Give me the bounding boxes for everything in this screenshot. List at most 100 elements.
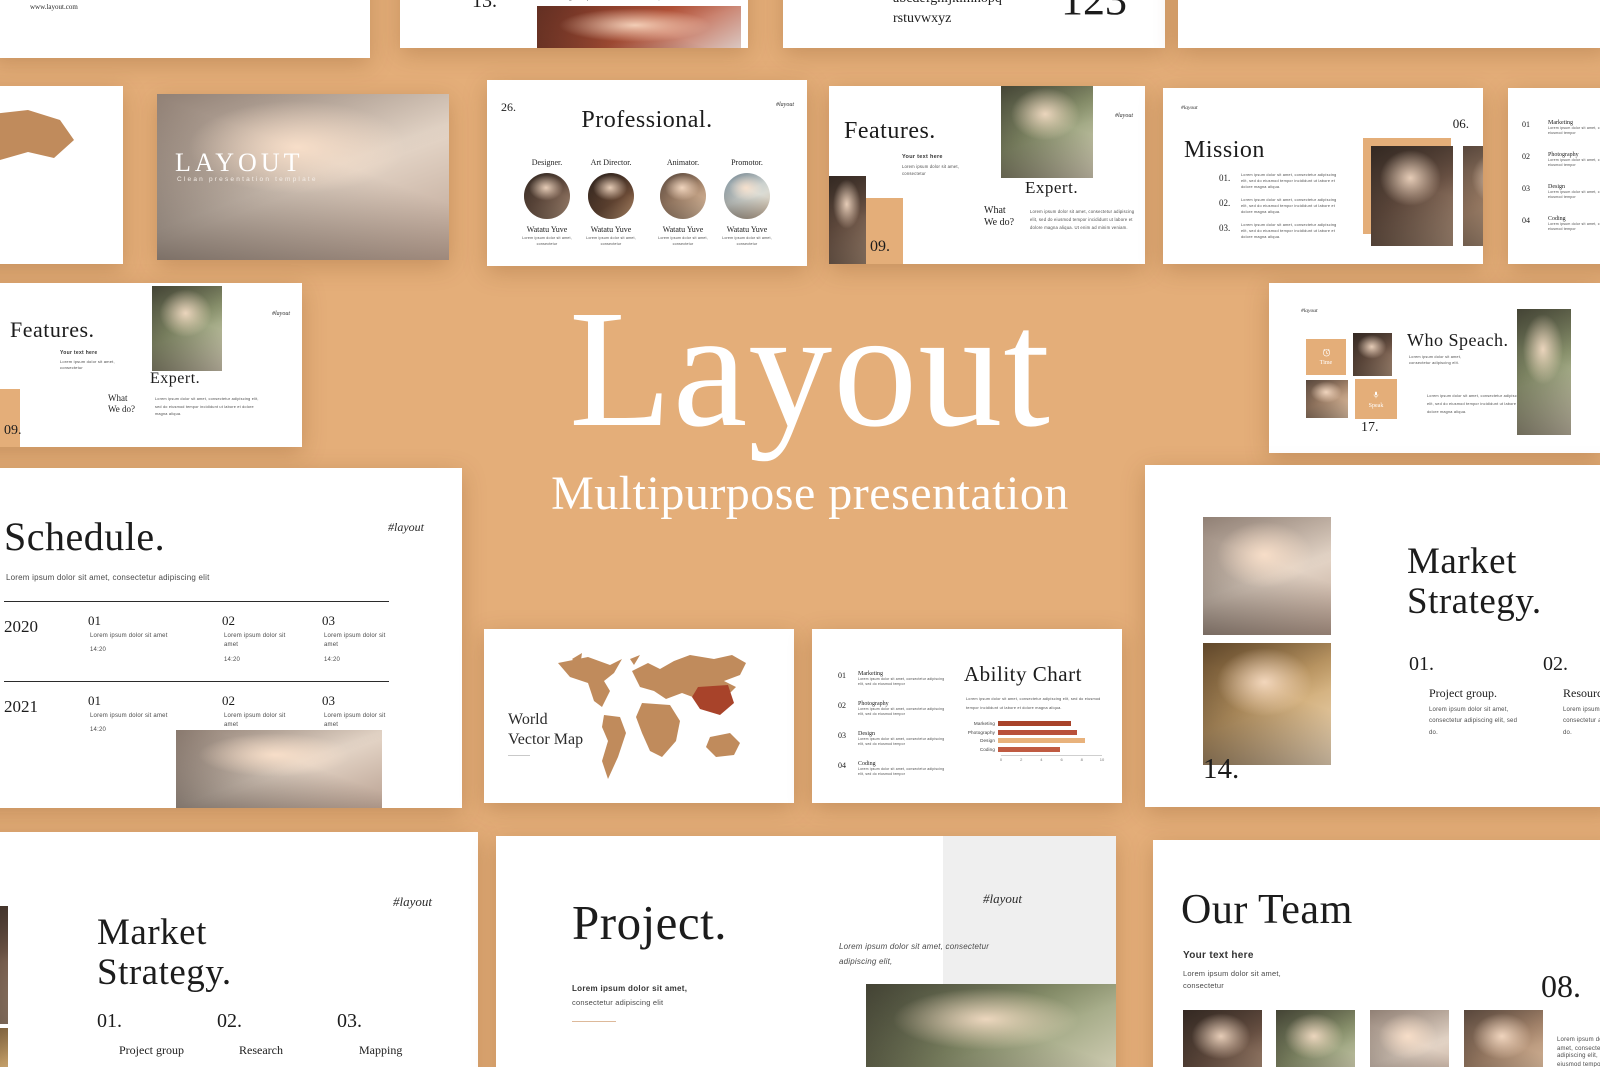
- dog-photo: [829, 176, 866, 264]
- market-item: 03. Mapping: [337, 1010, 457, 1058]
- member-avatar: [524, 173, 570, 219]
- features-tag: #layout: [272, 311, 290, 317]
- schedule-cell-time: 14:20: [90, 647, 107, 654]
- slide-number-13[interactable]: 13. dolore magna aliqua. Ut enim ad mini…: [400, 0, 748, 48]
- schedule-cell: 02 Lorem ipsum dolor sit amet 14:20: [222, 613, 318, 665]
- market-item-title: Research: [239, 1043, 283, 1057]
- slide-ability-chart[interactable]: 01 Marketing Lorem ipsum dolor sit amet,…: [812, 629, 1122, 803]
- ability-list-item: 03 Design Lorem ipsum dolor sit amet, co…: [838, 731, 948, 748]
- slide-mission[interactable]: #layout Mission 06. 01. Lorem ipsum dolo…: [1163, 88, 1483, 264]
- slide-cover-layout[interactable]: LAYOUT Clean presentation template: [157, 94, 449, 260]
- ability-item-number: 04: [1522, 216, 1530, 225]
- cover-title: LAYOUT: [175, 148, 304, 177]
- axis-tick-label: 2: [1020, 757, 1023, 762]
- slide-world-vector-map[interactable]: World Vector Map: [484, 629, 794, 803]
- schedule-cell-number: 02: [222, 693, 235, 708]
- member-card[interactable]: Promotor. Watatu Yuve Lorem ipsum dolor …: [716, 158, 778, 247]
- market-item-number: 02.: [217, 1010, 242, 1032]
- member-role: Designer.: [531, 158, 563, 167]
- mission-photo-2: [1463, 146, 1483, 246]
- member-name: Watatu Yuve: [662, 225, 704, 234]
- schedule-cell-text: Lorem ipsum dolor sit amet: [90, 633, 168, 639]
- ability-item-desc: Lorem ipsum dolor sit amet, consectetur …: [1548, 158, 1600, 168]
- member-card[interactable]: Animator. Watatu Yuve Lorem ipsum dolor …: [652, 158, 714, 247]
- features-subbody: Lorem ipsum dolor sit amet, consectetur: [902, 164, 960, 176]
- features-body: Lorem ipsum dolor sit amet, consectetur …: [155, 397, 259, 417]
- bar-track: [998, 721, 1102, 726]
- schedule-cell-number: 01: [88, 693, 101, 708]
- member-name: Watatu Yuve: [526, 225, 568, 234]
- map-title-line2: Vector Map: [508, 731, 584, 748]
- bar-category-label: Design: [980, 738, 995, 743]
- market-item-desc: Lorem ipsum dolor sit amet, consectetur …: [1563, 707, 1600, 736]
- expert-photo: [152, 286, 222, 371]
- mission-item-text: Lorem ipsum dolor sit amet, consectetur …: [1241, 198, 1337, 214]
- features-title: Features.: [10, 317, 95, 342]
- who-speach-number: 17.: [1361, 420, 1379, 435]
- schedule-subtitle: Lorem ipsum dolor sit amet, consectetur …: [6, 573, 210, 582]
- team-photo: [1276, 1010, 1355, 1067]
- market-item-number: 02.: [1543, 653, 1568, 675]
- our-team-subheading: Your text here: [1183, 950, 1254, 961]
- project-lead-bold: Lorem ipsum dolor sit amet,: [572, 984, 688, 993]
- market-item-title: Project group.: [1429, 686, 1497, 700]
- ability-chart-lead-2: tempor incididunt ut labore et dolore ma…: [966, 706, 1062, 710]
- speaker-photo-1: [1353, 333, 1392, 376]
- what-we-do-line1: What: [984, 205, 1006, 216]
- slide-features-left[interactable]: Features. #layout Your text here Lorem i…: [0, 283, 302, 447]
- slide-market-strategy-bottom[interactable]: #layout Market Strategy. 01. Project gro…: [0, 832, 478, 1067]
- tile-speak[interactable]: Speak: [1355, 379, 1397, 419]
- red-coat-photo: [537, 6, 741, 48]
- bar: [998, 729, 1078, 735]
- cover-subtitle: Clean presentation template: [177, 176, 318, 183]
- clock-icon: [1322, 348, 1330, 357]
- schedule-cell: 03 Lorem ipsum dolor sit amet 14:20: [322, 613, 418, 665]
- tile-speak-label: Speak: [1368, 402, 1384, 409]
- slide-who-speach[interactable]: #layout Time Speak Who Speach. Lorem ips…: [1269, 283, 1600, 453]
- schedule-cell-text: Lorem ipsum dolor sit amet: [324, 633, 386, 649]
- slide-typography[interactable]: #layout abcdefghijklmnopq rstuvwxyz 123: [783, 0, 1165, 48]
- member-card[interactable]: Designer. Watatu Yuve Lorem ipsum dolor …: [516, 158, 578, 247]
- what-we-do-line2: We do?: [984, 217, 1015, 228]
- slide-features-right[interactable]: Features. #layout Your text here Lorem i…: [829, 86, 1145, 264]
- mission-item-number: 01.: [1219, 173, 1231, 183]
- speaker-photo-2: [1306, 380, 1348, 418]
- slide-schedule[interactable]: Schedule. #layout Lorem ipsum dolor sit …: [0, 468, 462, 808]
- speaker-main-photo: [1517, 309, 1571, 435]
- ability-item-number: 01: [1522, 120, 1530, 129]
- member-avatar: [724, 173, 770, 219]
- market-item: 02. Research: [217, 1010, 337, 1058]
- slide-ability-list-right[interactable]: 01 Marketing Lorem ipsum dolor sit amet,…: [1508, 88, 1600, 264]
- project-title: Project.: [572, 895, 728, 950]
- axis-tick-label: 0: [999, 757, 1003, 762]
- tile-time[interactable]: Time: [1306, 339, 1346, 375]
- schedule-tag: #layout: [388, 520, 424, 534]
- mission-item-text: Lorem ipsum dolor sit amet, consectetur …: [1241, 173, 1337, 189]
- slide-website-strip[interactable]: www.layout.com: [0, 0, 370, 58]
- member-desc: Lorem ipsum dolor sit amet, consectetur: [722, 236, 772, 246]
- slide-world-map-small[interactable]: [0, 86, 123, 264]
- slide-portraits-strip[interactable]: Lorem ipsum dolor sit amet consectetur a…: [1178, 0, 1600, 48]
- market-item-number: 01.: [97, 1010, 122, 1032]
- ability-item-number: 01: [838, 671, 846, 680]
- market-title-line1: Market: [97, 912, 207, 953]
- ability-list-item: 01 Marketing Lorem ipsum dolor sit amet,…: [1522, 120, 1600, 137]
- market-number: 14.: [1203, 753, 1240, 785]
- slide-professional[interactable]: 26. #layout Professional. Designer. Wata…: [487, 80, 807, 266]
- what-we-do-line1: What: [108, 393, 128, 403]
- slide-our-team[interactable]: Our Team Your text here Lorem ipsum dolo…: [1153, 840, 1600, 1067]
- features-subbody: Lorem ipsum dolor sit amet, consectetur: [60, 359, 115, 371]
- alphabet-line-1: abcdefghijklmnopq: [893, 0, 1002, 7]
- features-tag: #layout: [1115, 113, 1133, 119]
- project-lead-sub: consectetur adipiscing elit: [572, 998, 664, 1007]
- our-team-title: Our Team: [1181, 887, 1353, 933]
- schedule-title: Schedule.: [4, 514, 166, 559]
- mission-item-number: 03.: [1219, 223, 1231, 233]
- slide-market-strategy-right[interactable]: Market Strategy. 14. 01. Project group. …: [1145, 465, 1600, 807]
- member-card[interactable]: Art Director. Watatu Yuve Lorem ipsum do…: [580, 158, 642, 247]
- features-body: Lorem ipsum dolor sit amet, consectetur …: [1030, 209, 1135, 230]
- hero-title: Layout: [569, 276, 1051, 462]
- ability-item-desc: Lorem ipsum dolor sit amet, consectetur …: [1548, 126, 1600, 136]
- world-map-graphic: [0, 110, 74, 160]
- slide-project[interactable]: #layout Project. Lorem ipsum dolor sit a…: [496, 836, 1116, 1067]
